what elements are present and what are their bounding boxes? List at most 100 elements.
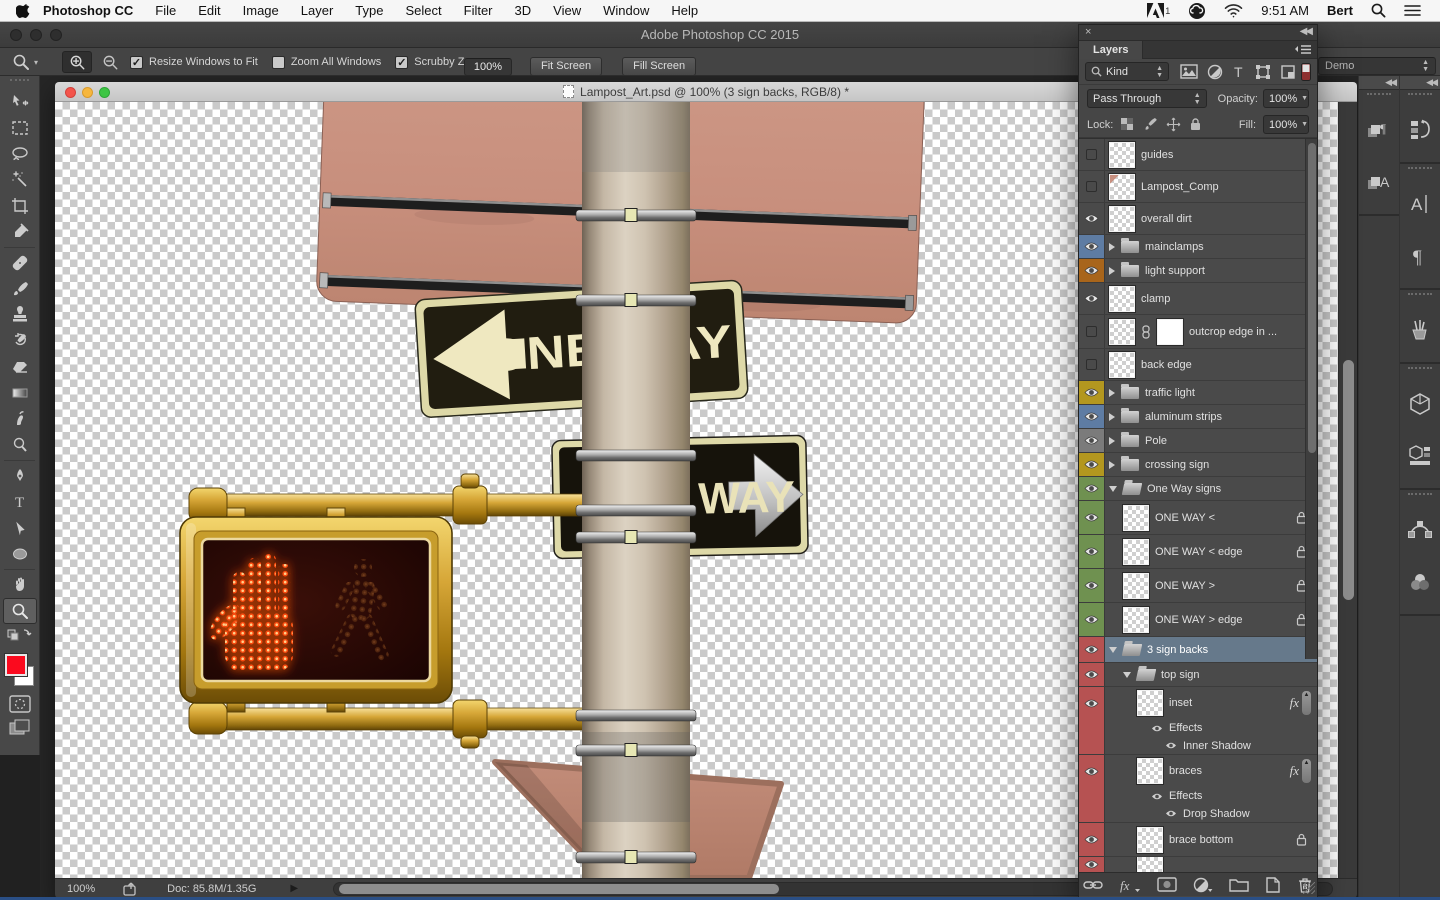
- menubar-user[interactable]: Bert: [1318, 3, 1362, 18]
- layer-row[interactable]: insetfx▲: [1079, 687, 1317, 719]
- zoom-in-button[interactable]: [62, 51, 92, 73]
- layer-thumbnail[interactable]: [1109, 319, 1135, 345]
- visibility-cell[interactable]: [1079, 349, 1105, 380]
- expand-caret-icon[interactable]: [1109, 461, 1115, 469]
- notification-center-icon[interactable]: [1395, 4, 1430, 17]
- visibility-cell[interactable]: [1079, 637, 1105, 662]
- doc-close-button[interactable]: [65, 87, 76, 98]
- visibility-cell[interactable]: [1079, 429, 1105, 452]
- dock-grip[interactable]: [1408, 93, 1432, 100]
- panel-button-character-styles[interactable]: A: [1359, 156, 1399, 208]
- layer-name[interactable]: ONE WAY < edge: [1155, 546, 1243, 558]
- checkbox-box[interactable]: [272, 56, 285, 69]
- visibility-cell[interactable]: [1079, 823, 1105, 856]
- layer-group-row[interactable]: 3 sign backs: [1079, 637, 1317, 663]
- layer-row-content[interactable]: top sign: [1105, 663, 1317, 686]
- menu-view[interactable]: View: [542, 0, 592, 22]
- layer-name[interactable]: braces: [1169, 765, 1202, 777]
- layer-row-content[interactable]: clamp: [1105, 283, 1317, 314]
- expand-caret-icon[interactable]: [1109, 267, 1115, 275]
- layer-row-content[interactable]: light support: [1105, 259, 1317, 282]
- visibility-cell[interactable]: [1079, 737, 1105, 754]
- current-tool-badge[interactable]: ▾: [6, 48, 44, 76]
- layer-row[interactable]: back edge: [1079, 349, 1317, 381]
- screen-mode-button[interactable]: [3, 718, 37, 738]
- layer-row-content[interactable]: brace bottom: [1105, 823, 1317, 856]
- visibility-cell[interactable]: [1079, 719, 1105, 737]
- menu-edit[interactable]: Edit: [187, 0, 231, 22]
- menu-help[interactable]: Help: [660, 0, 709, 22]
- layer-name[interactable]: Drop Shadow: [1183, 808, 1250, 820]
- layer-row[interactable]: guides: [1079, 139, 1317, 171]
- layer-name[interactable]: traffic light: [1145, 387, 1195, 399]
- effects-collapse-icon[interactable]: ▲: [1302, 759, 1311, 783]
- layer-name[interactable]: brace bottom: [1169, 834, 1233, 846]
- dock-grip[interactable]: [1408, 167, 1432, 174]
- fill-input[interactable]: 100% ▼: [1263, 115, 1309, 134]
- eye-small-icon[interactable]: [1151, 792, 1163, 801]
- hand-tool[interactable]: [3, 572, 37, 598]
- visibility-cell[interactable]: [1079, 381, 1105, 404]
- workspace-switcher[interactable]: Demo ▲▼: [1318, 57, 1436, 75]
- layer-row-content[interactable]: Lampost_Comp: [1105, 171, 1317, 202]
- spotlight-search-icon[interactable]: [1362, 3, 1395, 18]
- blend-mode-dropdown[interactable]: Pass Through ▲▼: [1087, 89, 1207, 108]
- layer-group-row[interactable]: mainclamps: [1079, 235, 1317, 259]
- layer-name[interactable]: Effects: [1169, 722, 1202, 734]
- apple-menu-icon[interactable]: [16, 3, 30, 19]
- layer-name[interactable]: inset: [1169, 697, 1192, 709]
- gradient-tool[interactable]: [3, 380, 37, 406]
- panel-button-color-themes[interactable]: [1400, 556, 1440, 608]
- pen-tool[interactable]: [3, 463, 37, 489]
- layer-group-row[interactable]: One Way signs: [1079, 477, 1317, 501]
- shape-filter-icon[interactable]: [1255, 64, 1271, 80]
- visibility-cell[interactable]: [1079, 663, 1105, 686]
- layer-name[interactable]: outcrop edge in ...: [1189, 326, 1277, 338]
- layer-name[interactable]: mainclamps: [1145, 241, 1204, 253]
- status-detail-arrow-icon[interactable]: ▶: [290, 883, 298, 894]
- visibility-empty-box[interactable]: [1086, 326, 1097, 337]
- app-minimize-button[interactable]: [30, 29, 42, 41]
- layer-thumbnail[interactable]: [1109, 142, 1135, 168]
- new-group-button[interactable]: [1229, 877, 1249, 892]
- quick-mask-button[interactable]: [3, 694, 37, 714]
- layer-style-button[interactable]: fx: [1119, 877, 1141, 893]
- layer-row-content[interactable]: ONE WAY < edge: [1105, 535, 1317, 568]
- collapse-caret-icon[interactable]: [1123, 672, 1131, 678]
- layer-row-content[interactable]: mainclamps: [1105, 235, 1317, 258]
- panel-button-paragraph-styles[interactable]: ¶: [1359, 104, 1399, 156]
- layer-row[interactable]: ONE WAY < edge: [1079, 535, 1317, 569]
- visibility-cell[interactable]: [1079, 501, 1105, 534]
- menu-type[interactable]: Type: [344, 0, 394, 22]
- layer-row[interactable]: braces fx▲: [1079, 755, 1317, 787]
- menu-select[interactable]: Select: [394, 0, 452, 22]
- layer-fx-badge[interactable]: fx: [1290, 763, 1299, 779]
- layer-thumbnail[interactable]: [1137, 690, 1163, 716]
- visibility-cell[interactable]: [1079, 235, 1105, 258]
- status-zoom-level[interactable]: 100%: [67, 883, 95, 895]
- visibility-cell[interactable]: [1079, 139, 1105, 170]
- menu-layer[interactable]: Layer: [290, 0, 345, 22]
- panel-button-3d[interactable]: [1400, 378, 1440, 430]
- marquee-tool[interactable]: [3, 115, 37, 141]
- expand-caret-icon[interactable]: [1109, 413, 1115, 421]
- checkbox-box[interactable]: ✓: [130, 56, 143, 69]
- collapse-caret-icon[interactable]: [1109, 486, 1117, 492]
- menu-3d[interactable]: 3D: [504, 0, 543, 22]
- layer-group-row[interactable]: crossing sign: [1079, 453, 1317, 477]
- layer-thumbnail[interactable]: [1109, 174, 1135, 200]
- layer-name[interactable]: back edge: [1141, 359, 1192, 371]
- layer-row-content[interactable]: back edge: [1105, 349, 1317, 380]
- canvas-vscroll-thumb[interactable]: [1343, 360, 1354, 600]
- layer-row-content[interactable]: ONE WAY > edge: [1105, 603, 1317, 636]
- collapse-caret-icon[interactable]: [1109, 647, 1117, 653]
- pixel-filter-icon[interactable]: [1180, 64, 1198, 80]
- adobe-logo-icon[interactable]: 1: [1138, 3, 1179, 18]
- healing-tool[interactable]: [3, 250, 37, 276]
- visibility-cell[interactable]: [1079, 477, 1105, 500]
- layer-group-row[interactable]: traffic light: [1079, 381, 1317, 405]
- layer-row-content[interactable]: ONE WAY <: [1105, 501, 1317, 534]
- layer-name[interactable]: light support: [1145, 265, 1205, 277]
- zoom-out-button[interactable]: [95, 51, 125, 73]
- visibility-cell[interactable]: [1079, 857, 1105, 872]
